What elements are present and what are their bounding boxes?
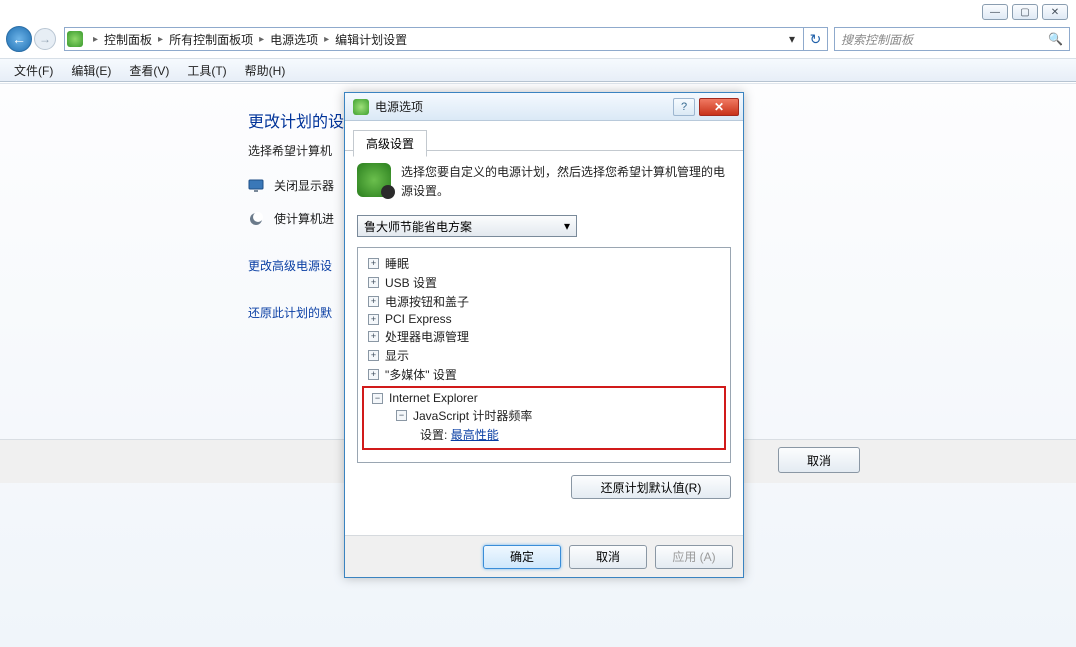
tab-row: 高级设置	[345, 121, 743, 151]
apply-button[interactable]: 应用 (A)	[655, 545, 733, 569]
tab-content: 选择您要自定义的电源计划，然后选择您希望计算机管理的电源设置。 鲁大师节能省电方…	[345, 151, 743, 507]
search-input[interactable]: 搜索控制面板 🔍	[834, 27, 1070, 51]
menu-file[interactable]: 文件(F)	[14, 62, 53, 79]
menu-edit[interactable]: 编辑(E)	[71, 62, 111, 79]
moon-icon	[248, 211, 264, 227]
dialog-help-button[interactable]: ?	[673, 98, 695, 116]
forward-button[interactable]: →	[34, 28, 56, 50]
menu-tools[interactable]: 工具(T)	[187, 62, 226, 79]
label-sleep: 使计算机进	[274, 210, 334, 227]
cancel-button[interactable]: 取消	[778, 447, 860, 473]
setting-value-link[interactable]: 最高性能	[451, 426, 499, 443]
expand-icon[interactable]: +	[368, 277, 379, 288]
expand-icon[interactable]: +	[368, 314, 379, 325]
control-panel-icon	[67, 31, 83, 47]
label-turn-off-display: 关闭显示器	[274, 177, 334, 194]
expand-icon[interactable]: +	[368, 350, 379, 361]
chevron-down-icon: ▾	[564, 219, 570, 233]
expand-icon[interactable]: +	[368, 296, 379, 307]
tree-node-button-lid[interactable]: +电源按钮和盖子	[362, 292, 726, 311]
cancel-button[interactable]: 取消	[569, 545, 647, 569]
expand-icon[interactable]: +	[368, 331, 379, 342]
chevron-right-icon: ▸	[152, 34, 169, 45]
expand-icon[interactable]: +	[368, 258, 379, 269]
setting-label: 设置:	[420, 426, 447, 443]
highlight-annotation: −Internet Explorer −JavaScript 计时器频率 设置:…	[362, 386, 726, 450]
info-text: 选择您要自定义的电源计划，然后选择您希望计算机管理的电源设置。	[401, 163, 731, 201]
tree-node-display[interactable]: +显示	[362, 346, 726, 365]
dialog-body: 高级设置 选择您要自定义的电源计划，然后选择您希望计算机管理的电源设置。 鲁大师…	[345, 121, 743, 577]
tree-node-setting[interactable]: 设置: 最高性能	[366, 425, 722, 444]
tab-advanced[interactable]: 高级设置	[353, 130, 427, 157]
crumb-l2[interactable]: 所有控制面板项	[169, 31, 253, 48]
crumb-root[interactable]: 控制面板	[104, 31, 152, 48]
power-options-dialog: 电源选项 ? ✕ 高级设置 选择您要自定义的电源计划，然后选择您希望计算机管理的…	[344, 92, 744, 578]
tree-node-ie[interactable]: −Internet Explorer	[366, 390, 722, 406]
tree-node-pci[interactable]: +PCI Express	[362, 311, 726, 327]
minimize-button[interactable]: —	[982, 4, 1008, 20]
address-bar: ← → ▸ 控制面板 ▸ 所有控制面板项 ▸ 电源选项 ▸ 编辑计划设置 ▾ ↻…	[6, 24, 1070, 54]
menu-bar: 文件(F) 编辑(E) 查看(V) 工具(T) 帮助(H)	[0, 58, 1076, 82]
collapse-icon[interactable]: −	[372, 393, 383, 404]
tree-node-cpu[interactable]: +处理器电源管理	[362, 327, 726, 346]
power-plan-dropdown[interactable]: 鲁大师节能省电方案 ▾	[357, 215, 577, 237]
crumb-l4[interactable]: 编辑计划设置	[335, 31, 407, 48]
ok-button[interactable]: 确定	[483, 545, 561, 569]
breadcrumb-dropdown-icon[interactable]: ▾	[783, 32, 801, 46]
refresh-button[interactable]: ↻	[804, 27, 828, 51]
menu-help[interactable]: 帮助(H)	[245, 62, 286, 79]
close-button[interactable]: ✕	[1042, 4, 1068, 20]
settings-tree[interactable]: +睡眠 +USB 设置 +电源按钮和盖子 +PCI Express +处理器电源…	[357, 247, 731, 463]
expand-icon[interactable]: +	[368, 369, 379, 380]
tree-node-js-timer[interactable]: −JavaScript 计时器频率	[366, 406, 722, 425]
dialog-title: 电源选项	[375, 98, 673, 115]
chevron-right-icon: ▸	[253, 34, 270, 45]
dialog-button-bar: 确定 取消 应用 (A)	[345, 535, 743, 577]
back-button[interactable]: ←	[6, 26, 32, 52]
restore-defaults-button[interactable]: 还原计划默认值(R)	[571, 475, 731, 499]
maximize-button[interactable]: ▢	[1012, 4, 1038, 20]
collapse-icon[interactable]: −	[396, 410, 407, 421]
window-controls: — ▢ ✕	[982, 4, 1068, 20]
chevron-right-icon: ▸	[87, 34, 104, 45]
chevron-right-icon: ▸	[318, 34, 335, 45]
tree-node-sleep[interactable]: +睡眠	[362, 254, 726, 273]
breadcrumb[interactable]: ▸ 控制面板 ▸ 所有控制面板项 ▸ 电源选项 ▸ 编辑计划设置 ▾	[64, 27, 804, 51]
tree-node-media[interactable]: +"多媒体" 设置	[362, 365, 726, 384]
dialog-close-button[interactable]: ✕	[699, 98, 739, 116]
search-icon[interactable]: 🔍	[1048, 32, 1063, 46]
search-placeholder: 搜索控制面板	[841, 31, 913, 48]
crumb-l3[interactable]: 电源选项	[270, 31, 318, 48]
power-icon	[353, 99, 369, 115]
monitor-icon	[248, 178, 264, 194]
menu-view[interactable]: 查看(V)	[129, 62, 169, 79]
plan-selected: 鲁大师节能省电方案	[364, 218, 472, 235]
battery-plug-icon	[357, 163, 391, 197]
dialog-titlebar: 电源选项 ? ✕	[345, 93, 743, 121]
tree-node-usb[interactable]: +USB 设置	[362, 273, 726, 292]
